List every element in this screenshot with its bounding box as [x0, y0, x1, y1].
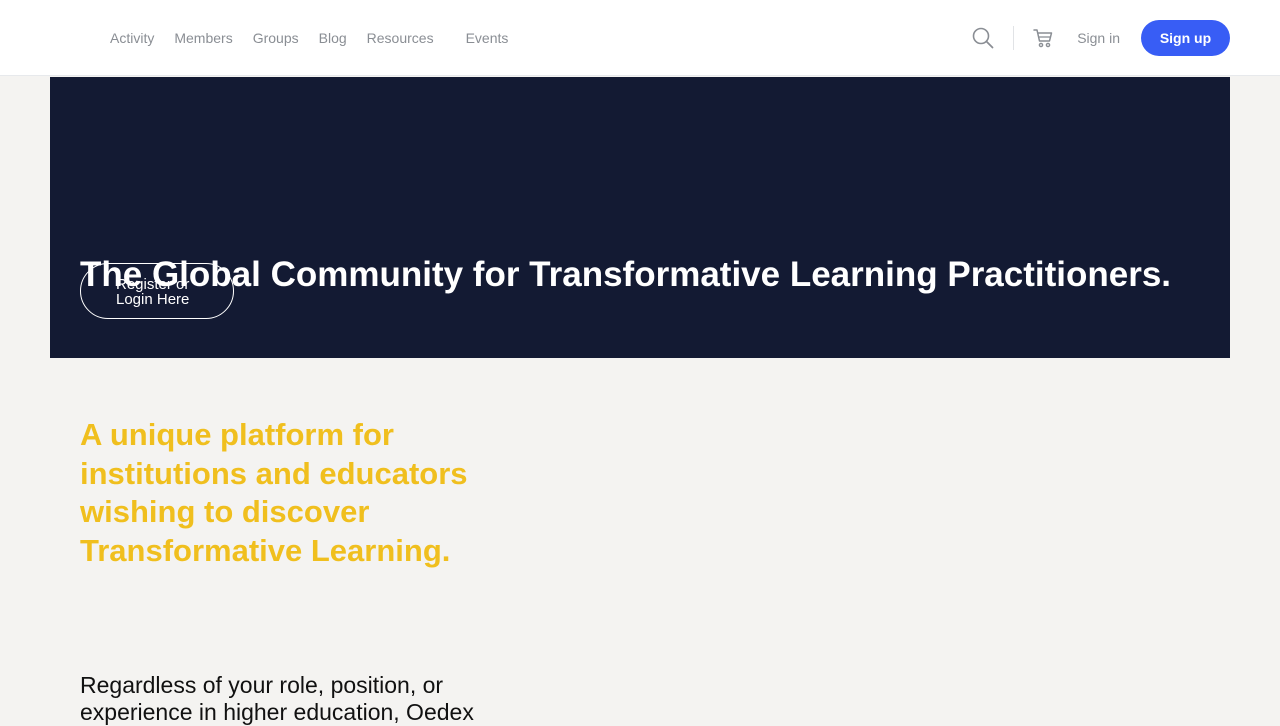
nav-groups[interactable]: Groups: [253, 28, 299, 48]
header-divider: [1013, 26, 1015, 50]
search-icon[interactable]: [971, 26, 995, 50]
header-actions: Sign in Sign up: [971, 0, 1230, 76]
tagline-heading: A unique platform for institutions and e…: [80, 417, 468, 568]
nav-activity[interactable]: Activity: [110, 28, 154, 48]
nav-resources[interactable]: Resources: [367, 28, 434, 48]
sign-in-link[interactable]: Sign in: [1077, 30, 1120, 46]
hero-title: The Global Community for Transformative …: [80, 255, 1172, 294]
nav-members[interactable]: Members: [174, 28, 232, 48]
hero-banner: The Global Community for Transformative …: [50, 77, 1230, 358]
nav-blog[interactable]: Blog: [319, 28, 347, 48]
cart-icon[interactable]: [1031, 26, 1055, 50]
sign-up-button[interactable]: Sign up: [1141, 20, 1230, 56]
site-header: Activity Members Groups Blog Resources E…: [0, 0, 1280, 76]
nav-events[interactable]: Events: [466, 28, 509, 48]
intro-paragraph: Regardless of your role, position, or ex…: [80, 672, 474, 725]
main-nav: Activity Members Groups Blog Resources E…: [110, 0, 528, 76]
